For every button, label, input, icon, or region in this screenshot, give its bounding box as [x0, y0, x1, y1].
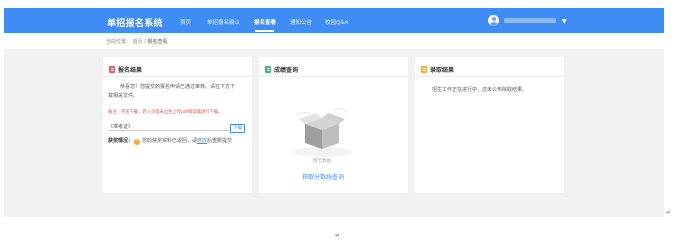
- brand-title: 单招报名系统: [107, 19, 163, 29]
- breadcrumb-prefix: 当前位置：: [106, 39, 132, 45]
- return-mark-icon: ↵: [335, 232, 341, 239]
- admission-result-title: 录取结果: [430, 67, 455, 74]
- breadcrumb-home-link[interactable]: 首页: [133, 39, 143, 45]
- award-label: 获奖情况：: [108, 138, 134, 144]
- award-suffix: 后重新提交: [207, 138, 233, 144]
- username-redacted[interactable]: [504, 18, 556, 23]
- file-field-underline: [108, 130, 230, 131]
- card-divider: [259, 76, 408, 77]
- card-divider: [415, 76, 564, 77]
- nav-item-signup-confirm[interactable]: 单招报名确认: [207, 18, 240, 26]
- breadcrumb-separator: /: [144, 39, 146, 45]
- empty-data-text: 暂无数据: [313, 159, 331, 164]
- admission-result-card: 录取结果: [415, 57, 564, 193]
- top-navbar: 单招报名系统 首页 单招报名确认 报名查看 通知公告 校园Q&A ▼: [4, 8, 664, 33]
- nav-item-home[interactable]: 首页: [180, 18, 191, 26]
- download-notice: 备注：点击下载，若入页面未出生上传pdf阅读器进行下载。: [108, 110, 223, 115]
- result-message-line1: 恭喜您！您提交的报名申请已通过审核。请在下方下: [120, 84, 236, 90]
- document-green-icon: [265, 66, 271, 73]
- active-tab-indicator: [255, 30, 274, 32]
- card-divider: [103, 76, 252, 77]
- admission-message: 招生工作正在进行中，还未公布除取结果。: [432, 87, 528, 93]
- document-yellow-icon: [421, 66, 427, 73]
- nav-item-signup-view[interactable]: 报名查看: [254, 18, 276, 26]
- signup-result-header: 报名结果: [109, 65, 142, 74]
- award-status-row: 获奖情况：! 您的获奖资料已退回，请修改后重新提交: [108, 137, 232, 145]
- download-button[interactable]: 下载: [230, 124, 245, 133]
- empty-box-illustration: [292, 107, 352, 157]
- cutoff-score-query-link[interactable]: 获取分数线查询: [283, 172, 363, 181]
- user-avatar-icon[interactable]: [488, 15, 499, 26]
- modify-link[interactable]: 修改: [197, 138, 207, 144]
- chevron-down-icon[interactable]: ▼: [562, 18, 567, 25]
- award-text: 您的获奖资料已退回，请: [142, 138, 198, 144]
- score-query-title: 成绩查询: [274, 67, 299, 74]
- signup-result-title: 报名结果: [118, 67, 143, 74]
- result-message-line2: 载相关文件。: [108, 93, 139, 99]
- nav-item-notices[interactable]: 通知公告: [290, 18, 312, 26]
- return-mark-icon: ↵: [666, 209, 672, 216]
- breadcrumb: 当前位置： 首页 / 报名查看: [106, 38, 168, 45]
- admission-result-header: 录取结果: [421, 65, 454, 74]
- score-query-header: 成绩查询: [265, 65, 298, 74]
- nav-item-campus-qa[interactable]: 校园Q&A: [325, 18, 348, 26]
- breadcrumb-current: 报名查看: [147, 39, 168, 45]
- warning-icon: !: [134, 139, 141, 145]
- document-red-icon: [109, 66, 115, 73]
